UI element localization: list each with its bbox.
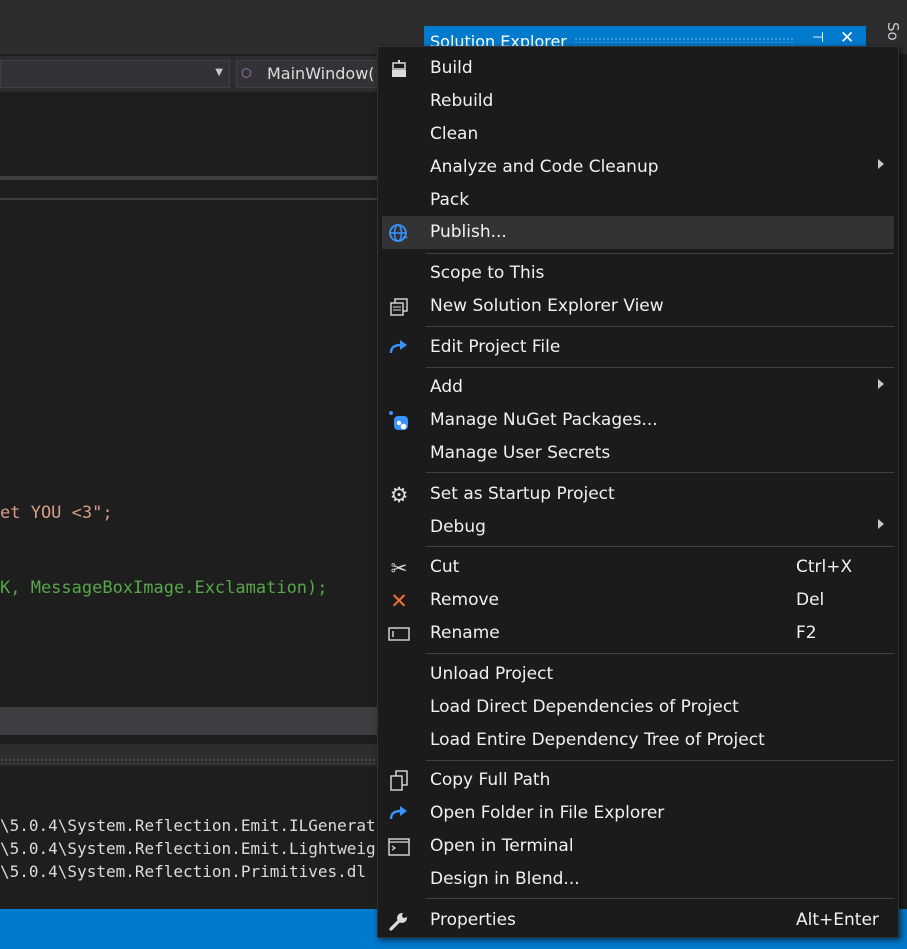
menu-item-label: Copy Full Path	[430, 770, 551, 790]
menu-item-label: Manage User Secrets	[430, 443, 611, 463]
editor-divider	[0, 198, 380, 200]
member-dropdown[interactable]: ⬡ MainWindow(	[236, 60, 386, 88]
code-line[interactable]: et YOU <3";	[0, 503, 113, 523]
menu-item-nuget[interactable]: Manage NuGet Packages...	[382, 404, 894, 437]
menu-separator	[426, 760, 894, 761]
menu-item-label: Properties	[430, 910, 516, 930]
menu-item-label: Rebuild	[430, 91, 494, 111]
menu-item-copy-path[interactable]: Copy Full Path	[382, 764, 894, 797]
menu-item-rebuild[interactable]: Rebuild	[382, 85, 894, 118]
menu-item-design-blend[interactable]: Design in Blend...	[382, 863, 894, 896]
method-icon: ⬡	[241, 66, 252, 80]
menu-item-rename[interactable]: Rename F2	[382, 617, 894, 650]
nuget-icon	[388, 410, 410, 432]
editor-divider	[0, 176, 380, 180]
menu-separator	[426, 546, 894, 547]
menu-item-edit-project[interactable]: Edit Project File	[382, 331, 894, 364]
menu-item-new-view[interactable]: New Solution Explorer View	[382, 290, 894, 323]
new-window-icon	[388, 296, 410, 318]
redirect-arrow-icon	[388, 803, 410, 825]
menu-item-label: Unload Project	[430, 664, 554, 684]
menu-item-unload[interactable]: Unload Project	[382, 658, 894, 691]
menu-separator	[426, 367, 894, 368]
menu-item-label: Load Direct Dependencies of Project	[430, 697, 739, 717]
close-icon[interactable]: ✕	[840, 28, 854, 48]
menu-item-shortcut: Del	[796, 590, 825, 610]
rename-icon	[388, 623, 410, 645]
submenu-arrow-icon	[878, 379, 884, 389]
menu-item-label: Manage NuGet Packages...	[430, 410, 658, 430]
remove-x-icon: ✕	[390, 589, 408, 613]
menu-item-open-terminal[interactable]: Open in Terminal	[382, 830, 894, 863]
terminal-icon	[388, 836, 410, 858]
menu-item-properties[interactable]: Properties Alt+Enter	[382, 904, 894, 937]
wrench-icon	[388, 910, 410, 932]
menu-item-label: Open in Terminal	[430, 836, 574, 856]
menu-item-label: Publish...	[430, 222, 507, 242]
menu-item-label: Open Folder in File Explorer	[430, 803, 665, 823]
menu-item-label: Edit Project File	[430, 337, 561, 357]
menu-item-add[interactable]: Add	[382, 371, 894, 404]
chevron-down-icon: ▼	[215, 67, 223, 78]
redirect-arrow-icon	[388, 337, 410, 359]
output-line: \5.0.4\System.Reflection.Emit.Lightweig	[0, 839, 376, 858]
menu-separator	[426, 326, 894, 327]
menu-item-label: Debug	[430, 517, 486, 537]
copy-icon	[388, 770, 410, 792]
menu-item-label: Remove	[430, 590, 499, 610]
submenu-arrow-icon	[878, 159, 884, 169]
pin-icon[interactable]: ⊣	[812, 30, 824, 46]
output-panel-grip[interactable]	[0, 758, 380, 764]
menu-item-pack[interactable]: Pack	[382, 184, 894, 217]
menu-item-load-tree[interactable]: Load Entire Dependency Tree of Project	[382, 724, 894, 757]
menu-separator	[426, 472, 894, 473]
menu-item-build[interactable]: Build	[382, 52, 894, 85]
menu-item-shortcut: Ctrl+X	[796, 557, 853, 577]
menu-item-label: Analyze and Code Cleanup	[430, 157, 659, 177]
menu-item-publish[interactable]: Publish...	[382, 216, 894, 249]
menu-item-label: Design in Blend...	[430, 869, 580, 889]
code-line[interactable]: K, MessageBoxImage.Exclamation);	[0, 578, 328, 598]
context-menu: Build Rebuild Clean Analyze and Code Cle…	[377, 46, 899, 938]
output-line: \5.0.4\System.Reflection.Primitives.dl	[0, 862, 367, 881]
menu-item-label: Pack	[430, 190, 470, 210]
gear-icon: ⚙	[389, 483, 409, 507]
horizontal-scrollbar[interactable]	[0, 707, 380, 735]
menu-separator	[426, 253, 894, 254]
menu-item-label: Load Entire Dependency Tree of Project	[430, 730, 765, 750]
member-dropdown-value: MainWindow(	[267, 64, 375, 83]
menu-item-label: Add	[430, 377, 463, 397]
menu-item-analyze[interactable]: Analyze and Code Cleanup	[382, 151, 894, 184]
build-icon	[388, 58, 410, 80]
menu-item-label: New Solution Explorer View	[430, 296, 664, 316]
menu-separator	[426, 898, 894, 899]
submenu-arrow-icon	[878, 519, 884, 529]
menu-item-startup[interactable]: ⚙ Set as Startup Project	[382, 478, 894, 511]
menu-item-label: Cut	[430, 557, 460, 577]
menu-item-label: Set as Startup Project	[430, 484, 615, 504]
output-line: \5.0.4\System.Reflection.Emit.ILGenerat	[0, 816, 376, 835]
menu-separator	[426, 653, 894, 654]
menu-item-label: Scope to This	[430, 263, 545, 283]
menu-item-label: Rename	[430, 623, 500, 643]
menu-item-label: Build	[430, 58, 473, 78]
menu-item-open-folder[interactable]: Open Folder in File Explorer	[382, 797, 894, 830]
menu-item-load-direct[interactable]: Load Direct Dependencies of Project	[382, 691, 894, 724]
menu-item-clean[interactable]: Clean	[382, 118, 894, 151]
menu-item-shortcut: F2	[796, 623, 817, 643]
menu-item-cut[interactable]: ✂ Cut Ctrl+X	[382, 551, 894, 584]
menu-item-shortcut: Alt+Enter	[796, 910, 879, 930]
scissors-icon: ✂	[390, 556, 408, 580]
menu-item-scope[interactable]: Scope to This	[382, 257, 894, 290]
globe-publish-icon	[388, 222, 410, 244]
type-dropdown[interactable]: ▼	[0, 60, 230, 88]
menu-item-secrets[interactable]: Manage User Secrets	[382, 437, 894, 470]
title-grip	[574, 37, 794, 43]
menu-item-label: Clean	[430, 124, 479, 144]
menu-item-remove[interactable]: ✕ Remove Del	[382, 584, 894, 617]
menu-item-debug[interactable]: Debug	[382, 511, 894, 544]
